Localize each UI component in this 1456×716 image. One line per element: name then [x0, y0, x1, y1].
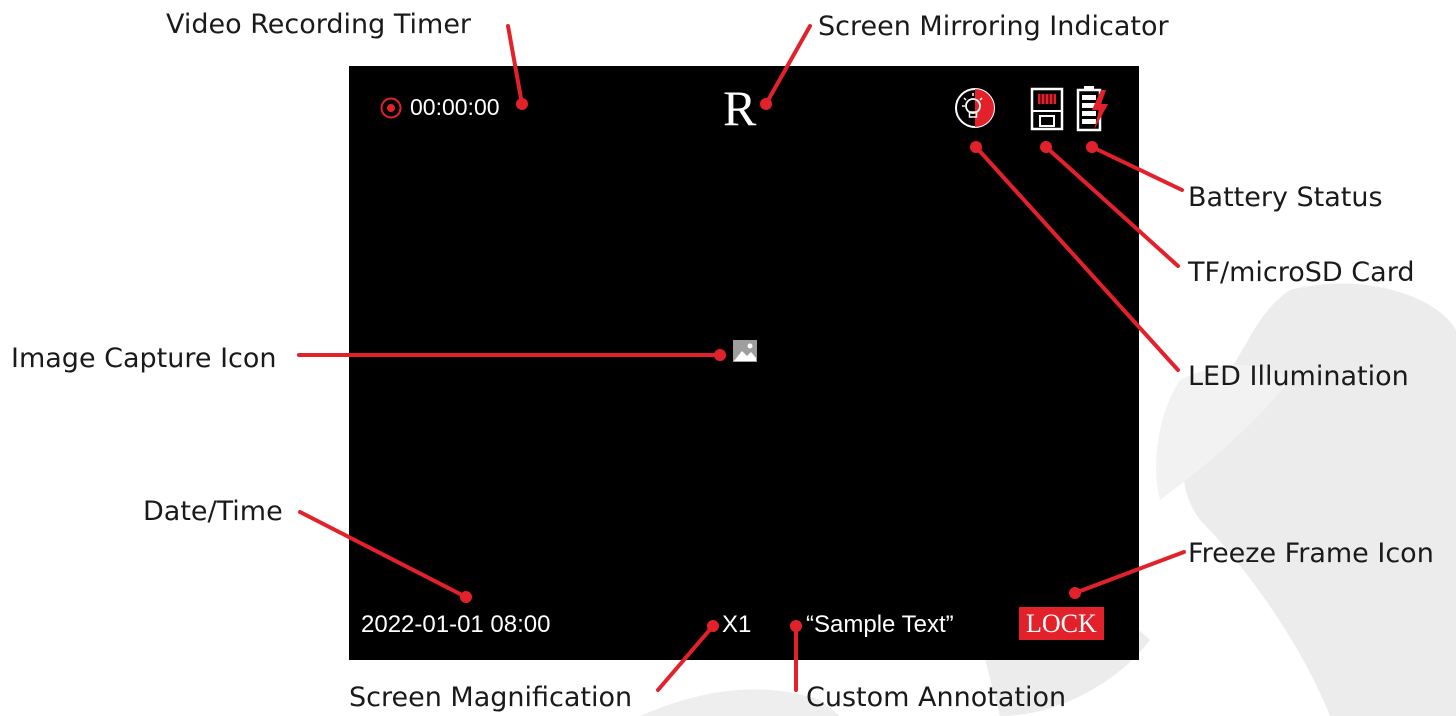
- annotated-diagram: 00:00:00 R 2022-01-01 08:00 X1 “Sample T…: [0, 0, 1456, 716]
- label-datetime: Date/Time: [143, 496, 283, 527]
- label-annotation: Custom Annotation: [806, 682, 1067, 713]
- label-image-capture: Image Capture Icon: [11, 343, 277, 374]
- label-battery: Battery Status: [1188, 182, 1383, 213]
- label-sd-card: TF/microSD Card: [1188, 257, 1415, 288]
- label-video-timer: Video Recording Timer: [166, 9, 472, 40]
- label-magnification: Screen Magnification: [349, 682, 633, 713]
- label-mirroring: Screen Mirroring Indicator: [818, 11, 1169, 42]
- label-freeze: Freeze Frame Icon: [1188, 538, 1434, 569]
- label-led: LED Illumination: [1188, 361, 1409, 392]
